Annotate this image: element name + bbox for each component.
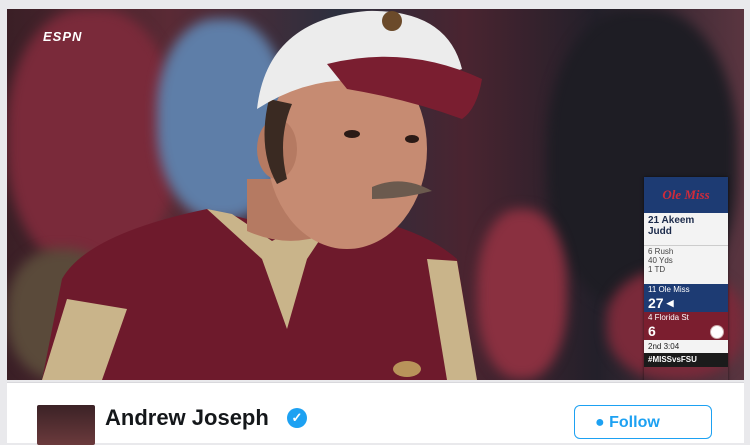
team2-score-row: 6	[644, 323, 728, 340]
team1-score: 27	[648, 295, 664, 311]
player-name: 21 Akeem Judd	[644, 213, 728, 245]
follow-label: Follow	[609, 414, 660, 431]
twitter-bird-icon: ●	[595, 414, 605, 431]
avatar[interactable]	[37, 405, 95, 445]
network-logo: ESPN	[43, 29, 83, 44]
stat-yards: 40 Yds	[648, 256, 673, 265]
game-clock: 2nd 3:04	[644, 340, 728, 353]
team2-name: 4 Florida St	[644, 312, 728, 323]
video-frame: ESPN Ole Miss 21 Akeem Judd 6 Rush 40 Yd…	[7, 9, 744, 380]
player-name-line2: Judd	[648, 226, 672, 237]
follow-button[interactable]: ● Follow	[574, 405, 712, 439]
score-bug: Ole Miss 21 Akeem Judd 6 Rush 40 Yds 1 T…	[644, 177, 728, 380]
possession-icon: ◀	[666, 298, 674, 308]
stat-rush: 6 Rush	[648, 247, 674, 256]
team2-score: 6	[648, 323, 656, 339]
fsu-seal-icon	[710, 324, 724, 339]
team-logo-ole-miss: Ole Miss	[644, 177, 728, 213]
author-name[interactable]: Andrew Joseph	[105, 405, 269, 431]
verified-badge-icon: ✓	[287, 408, 307, 428]
tweet-card: Andrew Joseph ✓ ● Follow	[7, 382, 744, 445]
team1-name: 11 Ole Miss	[644, 284, 728, 295]
fan-illustration	[42, 10, 482, 380]
stat-td: 1 TD	[648, 265, 666, 274]
player-stats: 6 Rush 40 Yds 1 TD	[644, 245, 728, 284]
hashtag: #MISSvsFSU	[644, 353, 728, 367]
team1-score-row: 27 ◀	[644, 295, 728, 312]
player-name-line1: 21 Akeem	[648, 215, 695, 226]
